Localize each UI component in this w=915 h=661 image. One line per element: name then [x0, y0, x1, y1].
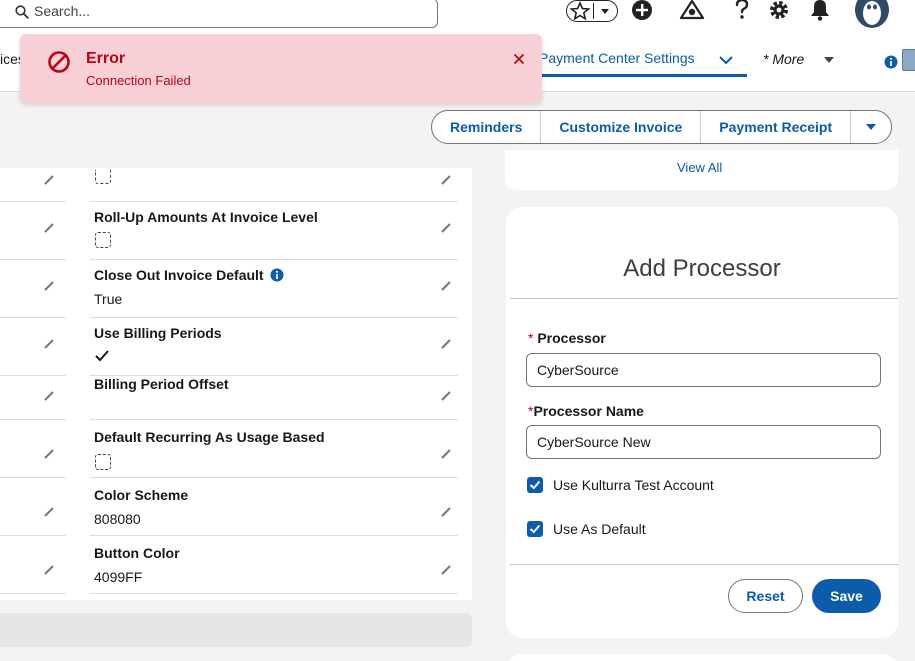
setting-label: Default Recurring As Usage Based — [94, 429, 325, 445]
info-icon[interactable] — [270, 268, 284, 282]
pencil-icon[interactable] — [440, 174, 452, 186]
pencil-icon[interactable] — [43, 174, 55, 186]
customize-invoice-button[interactable]: Customize Invoice — [541, 111, 702, 143]
settings-row: Color Scheme 808080 — [0, 478, 472, 536]
favorites-star-icon — [569, 1, 591, 21]
use-as-default-checkbox[interactable] — [527, 521, 543, 537]
caret-down-icon[interactable] — [823, 56, 835, 64]
global-header: Search... — [0, 0, 915, 30]
error-toast: Error Connection Failed — [20, 34, 542, 103]
settings-row: Billing Period Offset — [0, 362, 472, 420]
more-tabs-button[interactable]: * More — [763, 51, 804, 67]
nav-thumbnail-icon[interactable] — [902, 49, 915, 71]
pencil-icon[interactable] — [43, 338, 55, 350]
settings-row: Button Color 4099FF — [0, 536, 472, 594]
use-as-default-label: Use As Default — [553, 521, 646, 537]
card-divider — [510, 298, 898, 299]
settings-row: Roll-Up Amounts At Invoice Level — [0, 202, 472, 260]
caret-down-icon — [866, 124, 877, 130]
save-button[interactable]: Save — [812, 579, 881, 613]
info-icon[interactable] — [884, 55, 898, 69]
setting-checkbox — [95, 232, 111, 248]
pencil-icon[interactable] — [440, 338, 452, 350]
toast-title: Error — [86, 50, 126, 67]
processor-field[interactable]: CyberSource — [526, 353, 881, 387]
error-icon — [48, 51, 70, 73]
pencil-icon[interactable] — [440, 222, 452, 234]
setting-label: Close Out Invoice Default — [94, 267, 284, 283]
chevron-down-icon — [601, 9, 609, 14]
chevron-down-icon[interactable] — [718, 54, 734, 66]
setting-value: 808080 — [94, 511, 141, 527]
add-processor-card: Add Processor * Processor CyberSource *P… — [506, 207, 898, 638]
test-account-checkbox[interactable] — [527, 477, 543, 493]
pencil-icon[interactable] — [43, 448, 55, 460]
help-icon[interactable] — [733, 0, 751, 22]
add-icon[interactable] — [630, 0, 654, 22]
pencil-icon[interactable] — [43, 506, 55, 518]
settings-row: Default Recurring As Usage Based — [0, 420, 472, 478]
pencil-icon[interactable] — [440, 280, 452, 292]
avatar-icon[interactable] — [852, 0, 892, 28]
bell-icon[interactable] — [809, 0, 831, 22]
setting-label: Billing Period Offset — [94, 376, 229, 392]
setting-label: Use Billing Periods — [94, 325, 222, 341]
favorites-button[interactable] — [566, 0, 618, 22]
gear-icon[interactable] — [767, 0, 791, 22]
favorites-divider — [593, 3, 594, 19]
tab-payment-center-settings[interactable]: Payment Center Settings — [539, 50, 695, 66]
reminders-button[interactable]: Reminders — [432, 111, 542, 143]
toast-message: Connection Failed — [86, 73, 191, 88]
record-action-buttons: Reminders Customize Invoice Payment Rece… — [431, 110, 893, 144]
setting-label: Button Color — [94, 545, 180, 561]
view-all-link[interactable]: View All — [677, 160, 722, 175]
search-placeholder: Search... — [34, 3, 91, 19]
row-divider — [0, 593, 66, 594]
setting-checkbox — [95, 454, 111, 470]
pencil-icon[interactable] — [440, 564, 452, 576]
pencil-icon[interactable] — [43, 564, 55, 576]
setting-label-text: Close Out Invoice Default — [94, 267, 264, 283]
pencil-icon[interactable] — [43, 280, 55, 292]
pencil-icon[interactable] — [440, 506, 452, 518]
processor-label-text: Processor — [537, 330, 606, 346]
active-tab-indicator — [531, 74, 747, 77]
search-icon — [15, 5, 29, 19]
setup-assistant-icon[interactable] — [679, 0, 705, 22]
setting-checkbox — [95, 170, 111, 184]
checkmark-icon — [529, 524, 541, 534]
more-actions-button[interactable] — [851, 111, 891, 143]
payment-receipt-button[interactable]: Payment Receipt — [701, 111, 852, 143]
close-icon[interactable] — [513, 53, 525, 65]
setting-value: True — [94, 291, 123, 307]
checkmark-icon — [529, 480, 541, 490]
processor-name-label-text: Processor Name — [533, 403, 644, 419]
processor-name-label: *Processor Name — [528, 403, 644, 419]
required-mark: * — [528, 330, 534, 346]
processor-name-field[interactable]: CyberSource New — [526, 425, 881, 459]
settings-row: Close Out Invoice Default True — [0, 260, 472, 318]
card-divider — [510, 564, 898, 565]
reset-button[interactable]: Reset — [728, 579, 803, 613]
next-card-edge — [506, 654, 898, 661]
pencil-icon[interactable] — [440, 448, 452, 460]
related-card-footer: View All — [505, 150, 898, 190]
card-title: Add Processor — [623, 255, 781, 282]
related-list-header — [0, 613, 472, 647]
row-divider — [90, 593, 458, 594]
pencil-icon[interactable] — [440, 390, 452, 402]
test-account-label: Use Kulturra Test Account — [553, 477, 714, 493]
processor-label: * Processor — [528, 330, 606, 346]
settings-row — [0, 144, 472, 202]
setting-label: Roll-Up Amounts At Invoice Level — [94, 209, 318, 225]
settings-detail-card: Roll-Up Amounts At Invoice Level Close O… — [0, 168, 472, 600]
setting-label: Color Scheme — [94, 487, 189, 503]
pencil-icon[interactable] — [43, 390, 55, 402]
search-input[interactable]: Search... — [0, 0, 438, 28]
setting-value: 4099FF — [94, 569, 143, 585]
pencil-icon[interactable] — [43, 222, 55, 234]
